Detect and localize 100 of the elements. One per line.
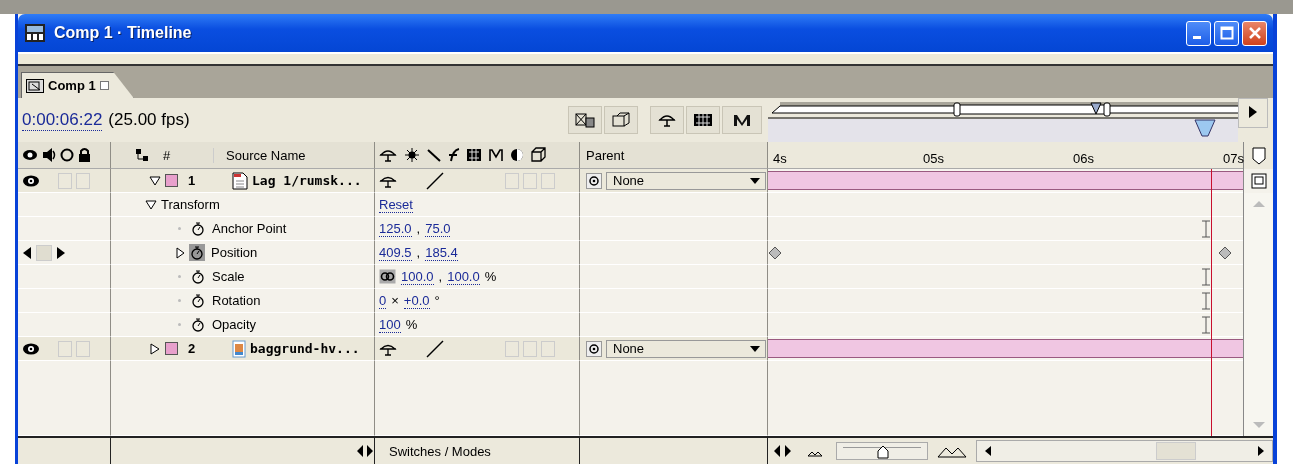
add-keyframe-checkbox[interactable]	[36, 244, 52, 261]
keyframe-diamond-icon[interactable]	[1218, 246, 1232, 260]
pick-whip-icon[interactable]	[586, 340, 602, 357]
scroll-right-icon[interactable]	[1256, 444, 1266, 458]
comp-tab[interactable]: Comp 1	[21, 72, 134, 98]
property-name: Opacity	[212, 317, 257, 332]
bullet-dot	[178, 275, 181, 278]
stopwatch-icon[interactable]	[190, 316, 206, 333]
switch-checkbox[interactable]	[76, 172, 90, 189]
quality-slash-icon[interactable]	[425, 170, 445, 191]
comp-button-icon[interactable]	[1250, 173, 1267, 189]
switch-checkbox[interactable]	[523, 172, 537, 189]
switch-checkbox[interactable]	[505, 172, 519, 189]
comp-marker-bin-icon[interactable]	[1250, 145, 1267, 166]
property-value[interactable]: 0	[379, 292, 387, 309]
bullet-dot	[178, 323, 181, 326]
quality-slash-icon[interactable]	[425, 338, 445, 359]
stopwatch-icon[interactable]	[190, 268, 206, 285]
scroll-left-icon[interactable]	[983, 444, 993, 458]
unit-label: °	[434, 293, 440, 308]
switch-checkbox[interactable]	[58, 340, 72, 357]
timecode[interactable]: 0:00:06:22	[22, 109, 103, 131]
unit-label: %	[484, 269, 497, 284]
shy-button[interactable]	[650, 106, 684, 134]
frame-blending-button[interactable]	[686, 106, 720, 134]
twirl-triangle-icon[interactable]	[145, 198, 157, 211]
pick-whip-icon[interactable]	[586, 172, 602, 189]
label-color-swatch[interactable]	[165, 174, 178, 187]
caret-icon	[749, 344, 761, 353]
comp-flowchart-button[interactable]	[568, 106, 602, 134]
flowchart-icon	[575, 112, 595, 128]
stopwatch-icon[interactable]	[190, 220, 206, 237]
cube-icon	[531, 147, 546, 163]
shy-icon	[657, 112, 677, 128]
film-icon	[24, 23, 46, 43]
expand-collapse-icon[interactable]	[356, 442, 374, 460]
twirl-triangle-icon[interactable]	[149, 174, 161, 187]
property-value[interactable]: 100.0	[447, 268, 480, 285]
eye-icon[interactable]	[22, 173, 40, 188]
i-beam-marker-icon	[1202, 292, 1210, 310]
parent-dropdown[interactable]: None	[606, 339, 766, 358]
switch-checkbox[interactable]	[505, 340, 519, 357]
stopwatch-icon[interactable]	[190, 292, 206, 309]
cube-icon	[611, 112, 631, 128]
eye-icon	[22, 147, 38, 163]
chain-link-icon[interactable]	[379, 269, 396, 284]
layer-name[interactable]: baggrund-hv...	[250, 341, 360, 356]
value-separator: ×	[391, 293, 399, 308]
square-icon	[99, 81, 109, 90]
parent-dropdown[interactable]: None	[606, 171, 766, 190]
film-strip-icon	[467, 147, 482, 163]
unit-label: %	[405, 317, 418, 332]
previous-keyframe-icon[interactable]	[22, 245, 32, 260]
cube-button[interactable]	[604, 106, 638, 134]
speaker-icon	[42, 147, 56, 163]
property-value[interactable]: +0.0	[403, 292, 430, 309]
label-color-swatch[interactable]	[165, 342, 178, 355]
i-beam-marker-icon	[1202, 316, 1210, 334]
switch-checkbox[interactable]	[58, 172, 72, 189]
twirl-triangle-icon[interactable]	[175, 246, 185, 259]
maximize-button[interactable]	[1214, 20, 1239, 46]
bullet-dot	[178, 227, 181, 230]
time-ruler[interactable]: 4s 05s 06s 07s	[768, 142, 1243, 169]
value-separator: ,	[416, 245, 421, 260]
sparkle-icon	[404, 147, 420, 163]
reset-link[interactable]: Reset	[379, 196, 413, 213]
ruler-label: 06s	[1073, 151, 1094, 166]
eye-icon[interactable]	[22, 341, 40, 356]
switch-checkbox[interactable]	[541, 172, 555, 189]
zoom-slider[interactable]	[836, 442, 928, 460]
frame-rate: (25.00 fps)	[108, 110, 190, 130]
circle-icon	[60, 147, 74, 163]
zoom-slider-thumb[interactable]	[877, 445, 889, 459]
expand-collapse-icon[interactable]	[772, 442, 794, 460]
property-name: Position	[211, 245, 258, 260]
property-name: Anchor Point	[212, 221, 287, 236]
maximize-icon	[1219, 26, 1234, 40]
switch-checkbox[interactable]	[541, 340, 555, 357]
close-icon	[1247, 26, 1262, 40]
horizontal-scrollbar[interactable]	[976, 440, 1273, 462]
panel-menu-button[interactable]	[1238, 98, 1268, 128]
value-separator: ,	[438, 269, 443, 284]
half-circle-icon	[510, 147, 524, 163]
keyframe-diamond-icon[interactable]	[768, 246, 782, 260]
property-value[interactable]: 409.5	[379, 244, 412, 261]
property-value[interactable]: 125.0	[379, 220, 412, 237]
next-keyframe-icon[interactable]	[56, 245, 66, 260]
property-value[interactable]: 100	[379, 316, 401, 333]
property-value[interactable]: 185.4	[425, 244, 458, 261]
motion-blur-button[interactable]	[722, 106, 762, 134]
close-button[interactable]	[1242, 20, 1267, 46]
switch-checkbox[interactable]	[523, 340, 537, 357]
minimize-button[interactable]	[1186, 20, 1211, 46]
property-value[interactable]: 100.0	[401, 268, 434, 285]
property-value[interactable]: 75.0	[425, 220, 451, 237]
stopwatch-icon[interactable]	[189, 244, 205, 261]
layer-name[interactable]: Lag 1/rumsk...	[252, 173, 362, 188]
switch-checkbox[interactable]	[76, 340, 90, 357]
scrollbar-thumb[interactable]	[1156, 442, 1196, 460]
twirl-triangle-icon[interactable]	[149, 342, 161, 355]
